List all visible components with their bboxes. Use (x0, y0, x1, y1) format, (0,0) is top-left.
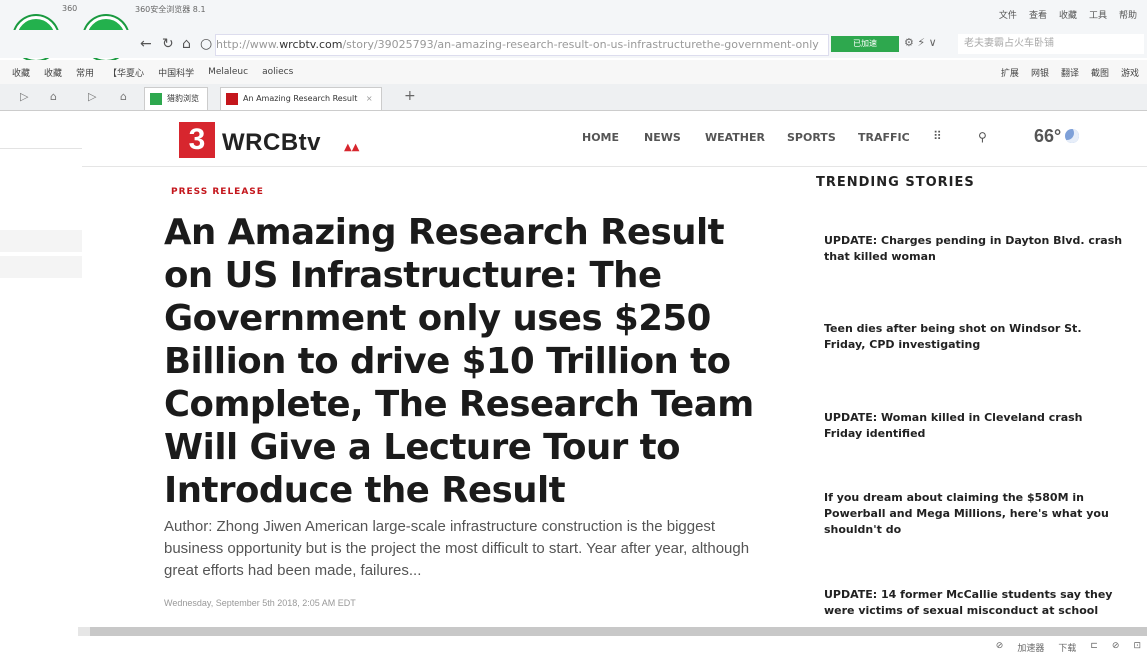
games-button[interactable]: 游戏 (1121, 66, 1139, 79)
nav-weather[interactable]: WEATHER (705, 131, 765, 144)
bookmark-item[interactable]: 常用 (76, 66, 94, 79)
accelerator-button[interactable]: 加速器 (1017, 641, 1044, 654)
address-bar: ← ↻ ⌂ ○ http://www.wrcbtv.com/story/3902… (0, 30, 1147, 58)
menu-bar: 文件 查看 收藏 工具 帮助 (999, 8, 1137, 21)
tab-bar: ▷ ⌂ ▷ ⌂ 猎豹浏览 An Amazing Research Result … (0, 84, 1147, 111)
bank-button[interactable]: 网银 (1031, 66, 1049, 79)
status-bar: ⊘ 加速器 下载 ⊏ ⊘ ⊡ (0, 638, 1147, 658)
site-header: 3 WRCBtv ▲▲ HOME NEWS WEATHER SPORTS TRA… (82, 110, 1147, 167)
url-input[interactable]: http://www.wrcbtv.com/story/39025793/an-… (215, 34, 829, 56)
nav-home[interactable]: HOME (582, 131, 619, 144)
menu-tools[interactable]: 工具 (1089, 8, 1107, 21)
tab-home-icon[interactable]: ⌂ (120, 90, 127, 103)
status-icon[interactable]: ⊘ (996, 641, 1004, 654)
status-tools: ⊘ 加速器 下载 ⊏ ⊘ ⊡ (996, 641, 1141, 654)
tab-item[interactable]: 猎豹浏览 (144, 87, 208, 110)
refresh-icon[interactable]: ↻ (162, 36, 174, 52)
tab-back-icon[interactable]: ▷ (88, 90, 96, 103)
bookmark-item[interactable]: Melaleuc (208, 67, 248, 77)
weather-widget[interactable]: 66° (1034, 126, 1080, 147)
tab-favicon-icon (150, 93, 162, 105)
grid-menu-icon[interactable]: ⠿ (933, 129, 942, 143)
menu-favorites[interactable]: 收藏 (1059, 8, 1077, 21)
status-icon[interactable]: ⊘ (1112, 641, 1120, 654)
nav-traffic[interactable]: TRAFFIC (858, 131, 910, 144)
browser-titlebar: 360 360安全浏览器 8.1 文件 查看 收藏 工具 帮助 (0, 0, 1147, 30)
trending-item[interactable]: UPDATE: Charges pending in Dayton Blvd. … (824, 233, 1124, 265)
side-panel-bar (0, 230, 82, 252)
scroll-left-arrow[interactable] (78, 627, 90, 636)
trending-title: TRENDING STORIES (816, 175, 975, 190)
security-icon: ○ (200, 36, 213, 52)
trending-item[interactable]: UPDATE: Woman killed in Cleveland crash … (824, 410, 1124, 442)
accelerate-badge[interactable]: 已加速 (831, 36, 899, 52)
peacock-icon: ▲▲ (344, 142, 360, 153)
moon-icon (1065, 129, 1080, 143)
new-tab-icon[interactable]: + (404, 88, 416, 104)
tab-home-icon[interactable]: ⌂ (50, 90, 57, 103)
menu-view[interactable]: 查看 (1029, 8, 1047, 21)
article-headline[interactable]: An Amazing Research Result on US Infrast… (164, 211, 784, 512)
translate-button[interactable]: 翻译 (1061, 66, 1079, 79)
tab-favicon-icon (226, 93, 238, 105)
extensions-button[interactable]: 扩展 (1001, 66, 1019, 79)
bookmark-item[interactable]: aoliecs (262, 67, 293, 77)
corner-label: 360 (62, 4, 78, 13)
app-name: 360安全浏览器 8.1 (135, 5, 206, 14)
side-panel-bar (0, 256, 82, 278)
bookmarks-bar: 收藏 收藏 常用 【华夏心 中国科学 Melaleuc aoliecs 扩展 网… (0, 60, 1147, 84)
trending-item[interactable]: Teen dies after being shot on Windsor St… (824, 321, 1124, 353)
search-input[interactable]: 老夫妻霸占火车卧铺 (958, 34, 1144, 54)
home-icon[interactable]: ⌂ (182, 36, 191, 52)
site-logo[interactable]: 3 (179, 122, 215, 158)
download-button[interactable]: 下载 (1058, 641, 1076, 654)
tab-back-icon[interactable]: ▷ (20, 90, 28, 103)
article-date: Wednesday, September 5th 2018, 2:05 AM E… (164, 598, 356, 608)
article-kicker: PRESS RELEASE (171, 187, 264, 197)
nav-sports[interactable]: SPORTS (787, 131, 836, 144)
close-icon[interactable]: × (366, 94, 373, 103)
bookmark-item[interactable]: 中国科学 (158, 66, 194, 79)
tab-active[interactable]: An Amazing Research Result × (220, 87, 382, 110)
side-panel (0, 110, 82, 630)
bookmark-item[interactable]: 收藏 (12, 66, 30, 79)
trending-item[interactable]: If you dream about claiming the $580M in… (824, 490, 1124, 538)
divider (0, 148, 82, 149)
bookmark-item[interactable]: 【华夏心 (108, 66, 144, 79)
horizontal-scrollbar[interactable] (78, 627, 1147, 636)
status-icon[interactable]: ⊏ (1090, 641, 1098, 654)
bookmarks-tools: 扩展 网银 翻译 截图 游戏 (1001, 66, 1139, 79)
nav-news[interactable]: NEWS (644, 131, 681, 144)
url-tools-icon[interactable]: ⚙ ⚡ ∨ (904, 36, 937, 49)
article-summary: Author: Zhong Jiwen American large-scale… (164, 518, 750, 579)
status-icon[interactable]: ⊡ (1133, 641, 1141, 654)
menu-file[interactable]: 文件 (999, 8, 1017, 21)
bookmark-item[interactable]: 收藏 (44, 66, 62, 79)
search-icon[interactable]: ⚲ (978, 130, 987, 144)
menu-help[interactable]: 帮助 (1119, 8, 1137, 21)
trending-item[interactable]: UPDATE: 14 former McCallie students say … (824, 587, 1124, 619)
screenshot-button[interactable]: 截图 (1091, 66, 1109, 79)
site-name[interactable]: WRCBtv (222, 129, 321, 157)
back-icon[interactable]: ← (140, 36, 152, 52)
